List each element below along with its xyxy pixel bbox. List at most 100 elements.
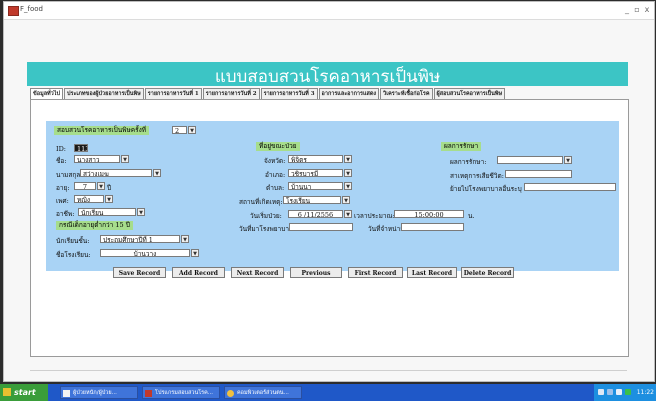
form-title: แบบสอบสวนโรคอาหารเป็นพิษ (214, 67, 441, 87)
start-label: start (14, 388, 36, 397)
onset-time-unit: น. (468, 212, 475, 220)
chevron-down-icon[interactable]: ▼ (153, 169, 161, 177)
system-tray: 11:22 (594, 384, 656, 401)
treatment-result-label: ผลการรักษา: (450, 158, 487, 166)
transfer-field[interactable] (524, 183, 616, 191)
chevron-down-icon[interactable]: ▼ (344, 182, 352, 190)
chevron-down-icon[interactable]: ▼ (97, 182, 105, 190)
district-select[interactable]: วชิรบารมี (288, 169, 343, 177)
sex-select[interactable]: หญิง (74, 195, 104, 203)
window-title: F_food (20, 5, 43, 13)
onset-date-field[interactable]: 6 /11/2556 (288, 210, 343, 218)
hospital-date-field[interactable] (289, 223, 353, 231)
prefix-select[interactable]: นางสาว (74, 155, 120, 163)
subdistrict-select[interactable]: บ้านนา (288, 182, 343, 190)
chevron-down-icon[interactable]: ▼ (105, 195, 113, 203)
hospital-date-label: วันที่มาโรงพยาบาล: (239, 225, 296, 233)
close-button[interactable]: x (642, 4, 652, 16)
lastname-field[interactable]: สว่างเมฆ (80, 169, 152, 177)
shield-icon[interactable] (625, 389, 631, 395)
taskbar: start ผู้ป่วยหนัก/ผู้ป่วย... โปรแกรมสอบส… (0, 384, 656, 401)
clock: 11:22 (636, 389, 654, 396)
discharge-date-field[interactable] (401, 223, 464, 231)
taskbar-item-label: โปรแกรมสอบสวนโรค... (155, 390, 214, 396)
investigation-count-input[interactable]: 2 (172, 126, 187, 134)
chevron-down-icon[interactable]: ▼ (188, 126, 196, 134)
save-record-button[interactable]: Save Record (113, 267, 166, 278)
place-select[interactable]: โรงเรียน (283, 196, 341, 204)
death-cause-label: สาเหตุการเสียชีวิต: (450, 172, 504, 180)
tab-food-day3[interactable]: รายการอาหารวันที่ 3 (260, 88, 318, 99)
subdistrict-label: ตำบล: (266, 184, 285, 192)
prefix-label: ชื่อ: (56, 157, 67, 165)
tab-patient-type[interactable]: ประเภทของผู้ป่วยอาหารเป็นพิษ (64, 88, 144, 99)
taskbar-item-label: คอมพิวเตอร์ส่วนตน... (237, 390, 289, 396)
lastname-label: นามสกุล: (56, 171, 83, 179)
last-record-button[interactable]: Last Record (407, 267, 457, 278)
chevron-down-icon[interactable]: ▼ (191, 249, 199, 257)
district-label: อำเภอ: (265, 171, 286, 179)
sex-label: เพศ: (56, 197, 69, 205)
age-unit: ปี (107, 184, 112, 192)
treatment-section-label: ผลการรักษา (441, 142, 482, 151)
chevron-down-icon[interactable]: ▼ (342, 196, 350, 204)
taskbar-item[interactable]: คอมพิวเตอร์ส่วนตน... (224, 386, 302, 399)
chevron-down-icon[interactable]: ▼ (344, 169, 352, 177)
start-button[interactable]: start (0, 384, 48, 401)
school-select[interactable]: บ้านวาง (100, 249, 190, 257)
death-cause-field[interactable] (505, 170, 572, 178)
taskbar-item[interactable]: ผู้ป่วยหนัก/ผู้ป่วย... (60, 386, 138, 399)
minimize-button[interactable]: _ (622, 4, 632, 16)
taskbar-item-label: ผู้ป่วยหนัก/ผู้ป่วย... (73, 390, 117, 396)
maximize-button[interactable]: ▫ (632, 4, 642, 16)
tab-general[interactable]: ข้อมูลทั่วไป (30, 88, 64, 99)
province-label: จังหวัด: (264, 157, 286, 165)
tab-food-day1[interactable]: รายการอาหารวันที่ 1 (144, 88, 202, 99)
previous-record-button[interactable]: Previous (290, 267, 342, 278)
id-label: ID: (56, 145, 66, 153)
school-label: ชื่อโรงเรียน: (56, 251, 91, 259)
chevron-down-icon[interactable]: ▼ (344, 210, 352, 218)
id-field[interactable]: 113 (74, 144, 88, 152)
onset-date-label: วันเริ่มป่วย: (250, 212, 282, 220)
volume-icon[interactable] (616, 389, 622, 395)
tab-investigator[interactable]: ผู้สอบสวนโรคอาหารเป็นพิษ (433, 88, 506, 99)
student-level-label: นักเรียนชั้น: (56, 237, 90, 245)
age-label: อายุ: (56, 184, 70, 192)
transfer-label: ย้ายไปโรงพยาบาลอื่นระบุ (450, 185, 522, 193)
chevron-down-icon[interactable]: ▼ (137, 208, 145, 216)
chevron-down-icon[interactable]: ▼ (181, 235, 189, 243)
place-label: สถานที่เกิดเหตุ: (239, 198, 283, 206)
occupation-label: อาชีพ: (56, 210, 75, 218)
title-bar: F_food _ ▫ x (4, 2, 654, 20)
treatment-result-select[interactable] (497, 156, 563, 164)
delete-record-button[interactable]: Delete Record (461, 267, 514, 278)
document-icon (63, 390, 70, 397)
onset-time-field[interactable]: 15:00:00 (394, 210, 464, 218)
first-record-button[interactable]: First Record (348, 267, 403, 278)
chevron-down-icon[interactable]: ▼ (121, 155, 129, 163)
taskbar-item[interactable]: โปรแกรมสอบสวนโรค... (142, 386, 220, 399)
keyboard-icon[interactable] (598, 389, 604, 395)
tab-strip: ข้อมูลทั่วไป ประเภทของผู้ป่วยอาหารเป็นพิ… (30, 88, 506, 99)
student-level-select[interactable]: ประถมศึกษาปีที่ 1 (100, 235, 180, 243)
add-record-button[interactable]: Add Record (172, 267, 225, 278)
access-icon (145, 390, 152, 397)
address-section-label: ที่อยู่ขณะป่วย (256, 142, 300, 151)
windows-flag-icon (3, 388, 11, 396)
under-15-section-label: กรณีเด็กอายุต่ำกว่า 15 ปี (56, 221, 133, 230)
tab-pathogen[interactable]: วิเคราะห์เชื้อก่อโรค (380, 88, 433, 99)
occupation-select[interactable]: นักเรียน (78, 208, 136, 216)
network-icon[interactable] (607, 389, 613, 395)
tab-symptoms[interactable]: อาการและอาการแสดง (318, 88, 380, 99)
chevron-down-icon[interactable]: ▼ (564, 156, 572, 164)
browser-icon (227, 390, 234, 397)
onset-time-label: เวลาประมาณ: (354, 212, 395, 220)
tab-food-day2[interactable]: รายการอาหารวันที่ 2 (202, 88, 260, 99)
access-app-icon (8, 6, 19, 16)
province-select[interactable]: พิจิตร (288, 155, 343, 163)
next-record-button[interactable]: Next Record (231, 267, 284, 278)
chevron-down-icon[interactable]: ▼ (344, 155, 352, 163)
age-field[interactable]: 7 (74, 182, 96, 190)
status-bar (30, 370, 627, 377)
